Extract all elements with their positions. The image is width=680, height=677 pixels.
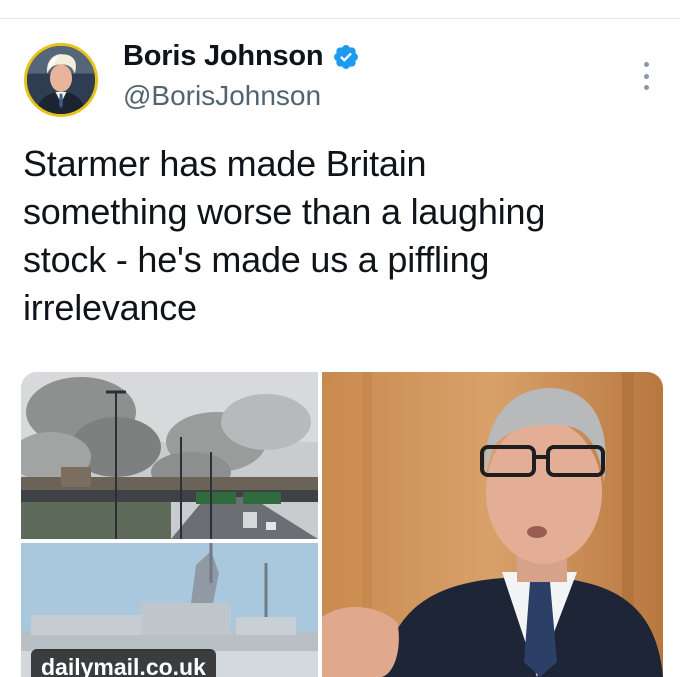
avatar-image <box>27 46 95 114</box>
author-name-row: Boris Johnson <box>123 40 360 73</box>
author-handle[interactable]: @BorisJohnson <box>123 80 321 112</box>
more-dot <box>643 73 649 79</box>
author-display-name[interactable]: Boris Johnson <box>123 40 324 73</box>
media-source-label[interactable]: dailymail.co.uk <box>31 649 216 677</box>
more-options-icon[interactable] <box>641 62 651 90</box>
author-avatar[interactable] <box>24 43 98 117</box>
tweet-media[interactable] <box>21 372 663 677</box>
tweet-text: Starmer has made Britain something worse… <box>23 143 546 328</box>
top-divider <box>0 18 680 19</box>
verified-badge-icon <box>334 44 359 69</box>
more-dot <box>643 85 649 90</box>
more-dot <box>643 62 649 67</box>
politician-portrait-photo[interactable] <box>322 372 663 677</box>
smoke-over-city-photo[interactable] <box>21 372 318 539</box>
